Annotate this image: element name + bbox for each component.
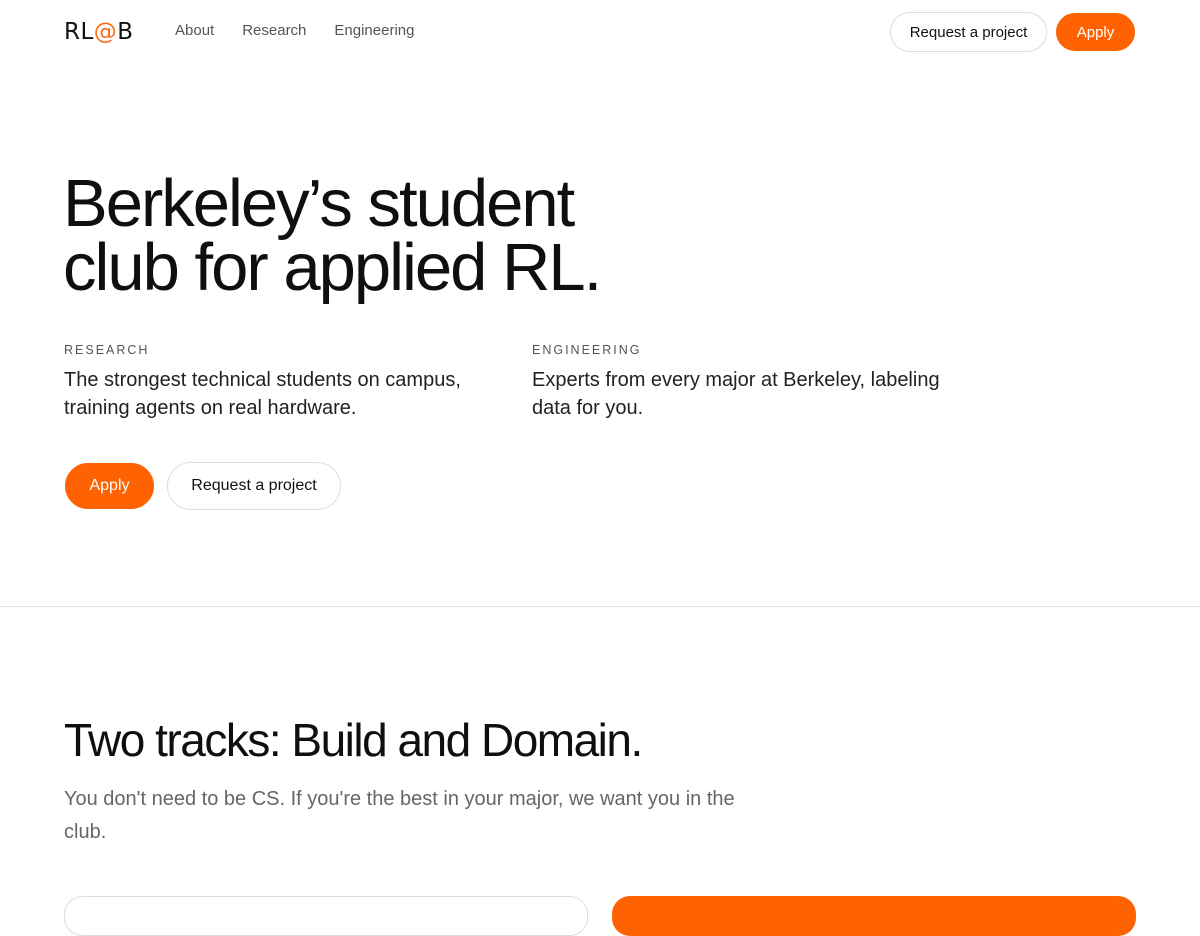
domain-track-card[interactable] [612,896,1136,936]
nav-links: About Research Engineering [175,22,414,39]
top-nav: RL@B About Research Engineering Request … [0,0,1200,64]
site-logo[interactable]: RL@B [64,18,134,46]
hero-title: Berkeley’s student club for applied RL. [63,170,703,301]
engineering-column: ENGINEERING Experts from every major at … [532,343,942,422]
research-description: The strongest technical students on camp… [64,369,461,419]
logo-prefix: RL [64,19,94,45]
nav-link-engineering[interactable]: Engineering [334,22,414,39]
tracks-title: Two tracks: Build and Domain. [64,714,643,766]
hero-title-line-2: club for applied RL. [63,230,602,305]
hero-request-project-button[interactable]: Request a project [167,462,341,510]
research-eyebrow: RESEARCH [64,343,150,357]
section-divider [0,606,1200,607]
research-column: RESEARCH The strongest technical student… [64,343,474,422]
logo-suffix: B [117,19,134,45]
build-track-card[interactable] [64,896,588,936]
tracks-subtitle: You don't need to be CS. If you're the b… [64,788,735,843]
logo-at: @ [93,19,118,45]
nav-request-project-button[interactable]: Request a project [890,12,1047,52]
engineering-eyebrow: ENGINEERING [532,343,642,357]
nav-apply-button[interactable]: Apply [1056,13,1135,51]
hero-apply-button[interactable]: Apply [65,463,154,509]
nav-link-about[interactable]: About [175,22,214,39]
nav-link-research[interactable]: Research [242,22,306,39]
engineering-description: Experts from every major at Berkeley, la… [532,369,940,419]
